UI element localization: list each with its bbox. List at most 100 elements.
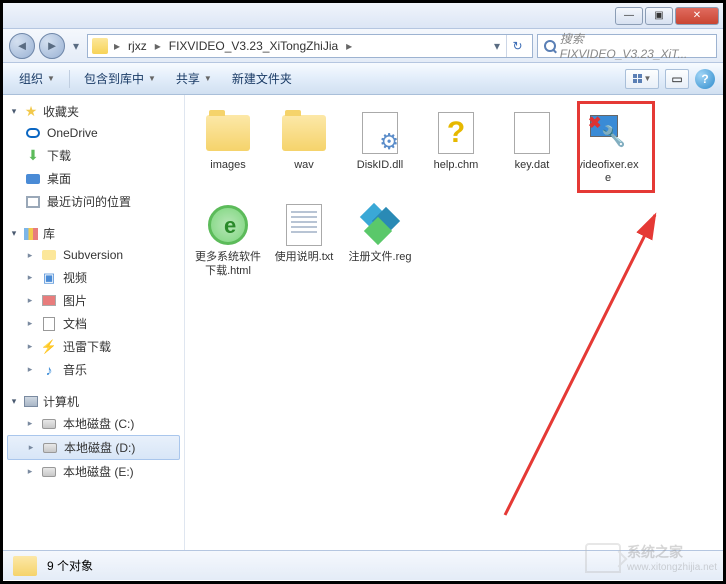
star-icon: ★ — [23, 104, 39, 120]
file-html-download[interactable]: 更多系统软件下载.html — [193, 197, 263, 281]
html-icon — [208, 205, 248, 245]
breadcrumb-item[interactable]: rjxz — [124, 37, 151, 55]
titlebar: — ▣ ✕ — [3, 3, 723, 29]
expand-icon: ▸ — [25, 341, 35, 352]
sidebar-item-subversion[interactable]: ▸ Subversion — [3, 244, 184, 266]
sidebar-item-desktop[interactable]: 桌面 — [3, 167, 184, 190]
help-file-icon: ? — [438, 112, 474, 154]
preview-pane-button[interactable]: ▭ — [665, 69, 689, 89]
maximize-button[interactable]: ▣ — [645, 7, 673, 25]
music-icon: ♪ — [41, 362, 57, 378]
file-dll-diskid[interactable]: DiskID.dll — [345, 105, 415, 189]
file-view[interactable]: images wav DiskID.dll ? help.chm key.dat — [185, 95, 723, 550]
share-button[interactable]: 共享▼ — [168, 66, 220, 91]
navbar: ◄ ► ▾ ▸ rjxz ▸ FIXVIDEO_V3.23_XiTongZhiJ… — [3, 29, 723, 63]
libraries-group[interactable]: ▾ 库 — [3, 223, 184, 244]
video-icon: ▣ — [41, 270, 57, 286]
document-icon — [43, 317, 55, 331]
organize-button[interactable]: 组织▼ — [11, 66, 63, 91]
status-count: 9 个对象 — [47, 557, 93, 574]
thunder-icon: ⚡ — [41, 339, 57, 355]
breadcrumb-sep-icon: ▸ — [344, 39, 354, 53]
file-reg-register[interactable]: 注册文件.reg — [345, 197, 415, 281]
address-dropdown[interactable]: ▾ — [490, 36, 504, 56]
sidebar-item-documents[interactable]: ▸ 文档 — [3, 312, 184, 335]
toolbar-separator — [69, 70, 70, 88]
exe-icon: ✖🔧 — [586, 111, 630, 155]
sidebar-item-thunder[interactable]: ▸ ⚡ 迅雷下载 — [3, 335, 184, 358]
include-library-button[interactable]: 包含到库中▼ — [76, 66, 164, 91]
sidebar-item-videos[interactable]: ▸ ▣ 视频 — [3, 266, 184, 289]
minimize-button[interactable]: — — [615, 7, 643, 25]
dat-icon — [514, 112, 550, 154]
breadcrumb-sep-icon: ▸ — [153, 39, 163, 53]
main-area: ▾ ★ 收藏夹 OneDrive ⬇ 下载 桌面 — [3, 95, 723, 550]
txt-icon — [286, 204, 322, 246]
sidebar-item-downloads[interactable]: ⬇ 下载 — [3, 144, 184, 167]
search-icon — [544, 40, 556, 52]
folder-icon — [13, 556, 37, 576]
disk-icon — [43, 443, 57, 453]
file-exe-videofixer[interactable]: ✖🔧 videofixer.exe — [573, 105, 643, 189]
address-bar[interactable]: ▸ rjxz ▸ FIXVIDEO_V3.23_XiTongZhiJia ▸ ▾… — [87, 34, 533, 58]
file-folder-wav[interactable]: wav — [269, 105, 339, 189]
sidebar-item-drive-c[interactable]: ▸ 本地磁盘 (C:) — [3, 412, 184, 435]
expand-icon: ▸ — [25, 272, 35, 283]
sidebar-item-onedrive[interactable]: OneDrive — [3, 122, 184, 144]
collapse-icon: ▾ — [9, 396, 19, 407]
expand-icon: ▸ — [25, 418, 35, 429]
file-chm-help[interactable]: ? help.chm — [421, 105, 491, 189]
folder-icon — [282, 115, 326, 151]
breadcrumb-item[interactable]: FIXVIDEO_V3.23_XiTongZhiJia — [165, 37, 342, 55]
window-controls: — ▣ ✕ — [615, 7, 719, 25]
collapse-icon: ▾ — [9, 106, 19, 117]
recent-icon — [26, 196, 40, 208]
nav-history-dropdown[interactable]: ▾ — [69, 36, 83, 56]
nav-forward-button[interactable]: ► — [39, 33, 65, 59]
file-folder-images[interactable]: images — [193, 105, 263, 189]
dll-icon — [362, 112, 398, 154]
expand-icon: ▸ — [25, 466, 35, 477]
close-button[interactable]: ✕ — [675, 7, 719, 25]
expand-icon: ▸ — [25, 318, 35, 329]
onedrive-icon — [26, 128, 40, 138]
new-folder-button[interactable]: 新建文件夹 — [224, 66, 300, 91]
disk-icon — [42, 467, 56, 477]
file-txt-readme[interactable]: 使用说明.txt — [269, 197, 339, 281]
folder-icon — [206, 115, 250, 151]
search-box[interactable]: 搜索 FIXVIDEO_V3.23_XiT... — [537, 34, 717, 58]
disk-icon — [42, 419, 56, 429]
sidebar-item-pictures[interactable]: ▸ 图片 — [3, 289, 184, 312]
folder-icon — [42, 250, 56, 260]
view-mode-button[interactable]: ▼ — [625, 69, 659, 89]
breadcrumb-sep-icon: ▸ — [112, 39, 122, 53]
status-bar: 9 个对象 — [3, 550, 723, 580]
computer-group[interactable]: ▾ 计算机 — [3, 391, 184, 412]
reg-icon — [360, 205, 400, 245]
nav-back-button[interactable]: ◄ — [9, 33, 35, 59]
toolbar: 组织▼ 包含到库中▼ 共享▼ 新建文件夹 ▼ ▭ ? — [3, 63, 723, 95]
file-dat-key[interactable]: key.dat — [497, 105, 567, 189]
expand-icon: ▸ — [26, 442, 36, 453]
desktop-icon — [26, 174, 40, 184]
favorites-group[interactable]: ▾ ★ 收藏夹 — [3, 101, 184, 122]
sidebar-item-drive-d[interactable]: ▸ 本地磁盘 (D:) — [7, 435, 180, 460]
search-placeholder: 搜索 FIXVIDEO_V3.23_XiT... — [560, 30, 710, 61]
navigation-pane: ▾ ★ 收藏夹 OneDrive ⬇ 下载 桌面 — [3, 95, 185, 550]
folder-icon — [92, 38, 108, 54]
collapse-icon: ▾ — [9, 228, 19, 239]
expand-icon: ▸ — [25, 295, 35, 306]
expand-icon: ▸ — [25, 364, 35, 375]
expand-icon: ▸ — [25, 250, 35, 261]
sidebar-item-recent[interactable]: 最近访问的位置 — [3, 190, 184, 213]
help-button[interactable]: ? — [695, 69, 715, 89]
sidebar-item-drive-e[interactable]: ▸ 本地磁盘 (E:) — [3, 460, 184, 483]
grid-icon — [633, 74, 642, 83]
explorer-window: — ▣ ✕ ◄ ► ▾ ▸ rjxz ▸ FIXVIDEO_V3.23_XiTo… — [0, 0, 726, 584]
refresh-button[interactable]: ↻ — [506, 35, 528, 57]
library-icon — [24, 228, 38, 240]
computer-icon — [24, 396, 38, 407]
picture-icon — [42, 295, 56, 306]
sidebar-item-music[interactable]: ▸ ♪ 音乐 — [3, 358, 184, 381]
file-grid: images wav DiskID.dll ? help.chm key.dat — [193, 105, 715, 282]
